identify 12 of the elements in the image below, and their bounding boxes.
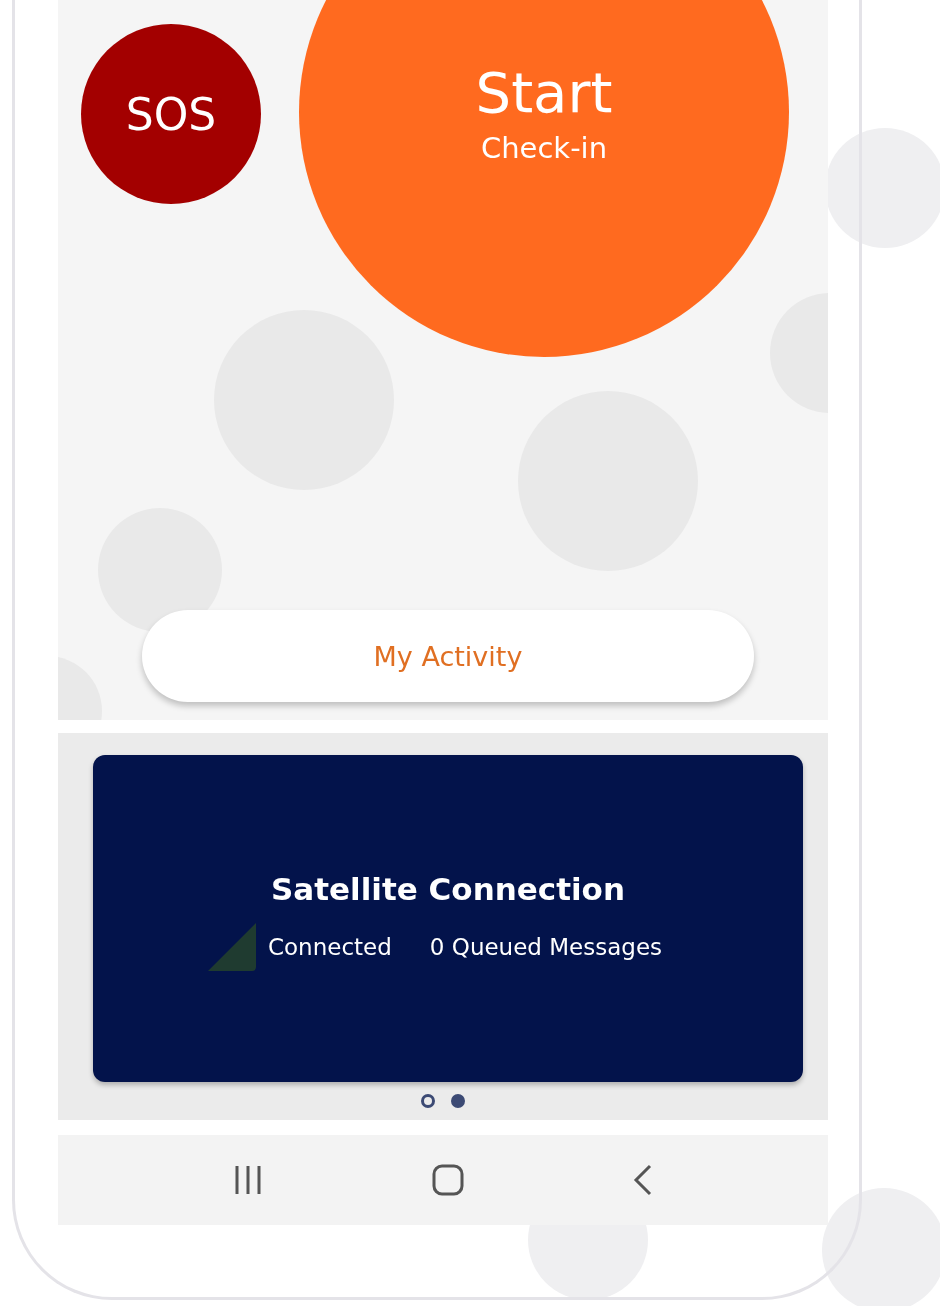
queued-messages: 0 Queued Messages <box>429 933 663 960</box>
start-button[interactable]: Start Check-in <box>299 0 789 357</box>
home-icon[interactable] <box>432 1164 464 1196</box>
start-title: Start <box>475 62 613 124</box>
back-icon[interactable] <box>633 1164 654 1196</box>
page-indicator-dot[interactable] <box>451 1094 465 1108</box>
sos-button[interactable]: SOS <box>81 24 261 204</box>
page-indicator-dot[interactable] <box>421 1094 435 1108</box>
start-subtitle: Check-in <box>480 130 608 166</box>
my-activity-button[interactable]: My Activity <box>142 610 754 702</box>
connection-status: Connected <box>267 933 392 960</box>
card-title: Satellite Connection <box>271 870 625 907</box>
